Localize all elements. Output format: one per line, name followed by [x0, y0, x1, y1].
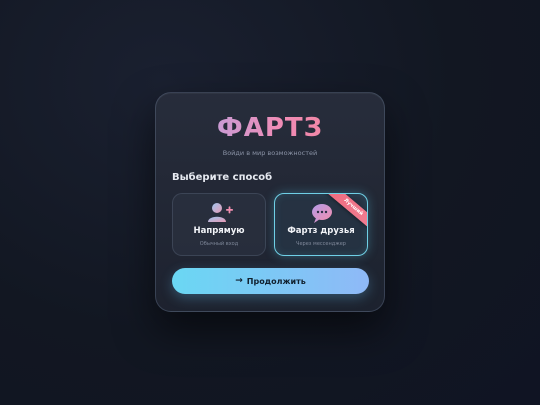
tagline: Войди в мир возможностей [222, 149, 318, 157]
option-direct-title: Напрямую [193, 226, 245, 236]
option-friends[interactable]: Лучший Фартз друзья Через мессенджер [274, 193, 368, 256]
brand-logo: ФАРТЗ [156, 113, 384, 143]
arrow-right-icon: → [235, 276, 243, 286]
user-plus-icon [173, 202, 265, 224]
option-friends-subtitle: Через мессенджер [296, 241, 346, 247]
login-card: ФАРТЗ Войди в мир возможностей Выберите … [155, 92, 385, 312]
continue-label: Продолжить [246, 276, 306, 286]
method-heading: Выберите способ [172, 172, 273, 183]
option-direct[interactable]: Напрямую Обычный вход [172, 193, 266, 256]
option-friends-title: Фартз друзья [287, 226, 355, 236]
chat-bubble-icon [275, 202, 367, 224]
option-direct-subtitle: Обычный вход [199, 241, 239, 247]
continue-button[interactable]: → Продолжить [172, 268, 369, 294]
